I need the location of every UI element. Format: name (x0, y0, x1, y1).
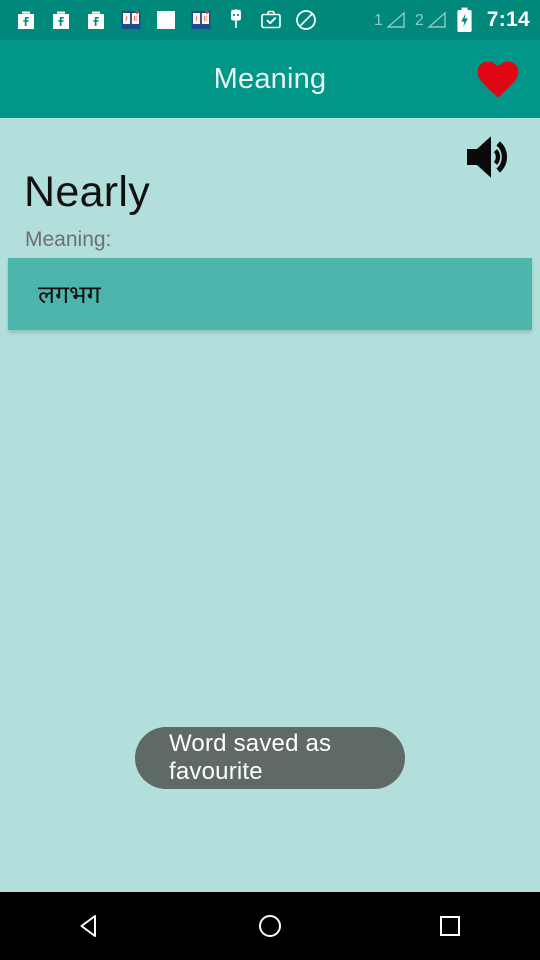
flipkart-notification-icon-2 (53, 11, 69, 29)
flipkart-notification-icon-3 (88, 11, 104, 29)
signal-triangle-icon-2 (426, 11, 446, 28)
blank-notification-icon (157, 11, 175, 29)
meaning-card[interactable]: लगभग (8, 258, 532, 330)
nav-home-button[interactable] (225, 892, 315, 960)
status-bar: J E J E 1 2 7:14 (0, 0, 540, 40)
app-bar: Meaning (0, 40, 540, 118)
word-title: Nearly (24, 168, 151, 216)
recents-square-icon (440, 916, 460, 936)
home-circle-icon (259, 915, 281, 937)
flipkart-notification-icon (18, 11, 34, 29)
do-not-disturb-icon (296, 10, 316, 30)
heart-icon (477, 61, 519, 98)
status-bar-clock: 7:14 (486, 8, 530, 31)
status-bar-notifications: J E J E (14, 8, 374, 32)
battery-charging-icon (457, 7, 472, 32)
sim1-signal-indicator: 1 (374, 11, 406, 29)
status-bar-system: 1 2 7:14 (374, 7, 530, 33)
nav-back-button[interactable] (45, 892, 135, 960)
favourite-button[interactable] (470, 51, 526, 107)
android-robot-icon (231, 9, 241, 28)
meaning-value: लगभग (38, 281, 101, 309)
dictionary-book-icon-2: J E (191, 10, 211, 29)
page-title: Meaning (213, 62, 327, 95)
sim1-label: 1 (373, 12, 383, 29)
content-area: Nearly Meaning: लगभग Word saved as favou… (0, 118, 540, 960)
sim2-label: 2 (414, 12, 424, 29)
speaker-volume-icon (467, 136, 507, 178)
briefcase-check-icon (261, 10, 281, 29)
dictionary-book-icon: J E (121, 10, 141, 29)
phone-screen: J E J E 1 2 7:14 Meaning Nearly Meaning:… (0, 0, 540, 960)
toast-text: Word saved as favourite (169, 730, 332, 785)
nav-recents-button[interactable] (405, 892, 495, 960)
back-triangle-icon (80, 915, 96, 937)
meaning-label: Meaning: (25, 228, 112, 251)
pronounce-button[interactable] (463, 128, 523, 186)
svg-text:E: E (204, 17, 208, 23)
toast-message: Word saved as favourite (135, 727, 405, 789)
sim2-signal-indicator: 2 (415, 11, 447, 29)
svg-text:E: E (134, 17, 138, 23)
signal-triangle-icon (385, 11, 405, 28)
android-navigation-bar (0, 892, 540, 960)
